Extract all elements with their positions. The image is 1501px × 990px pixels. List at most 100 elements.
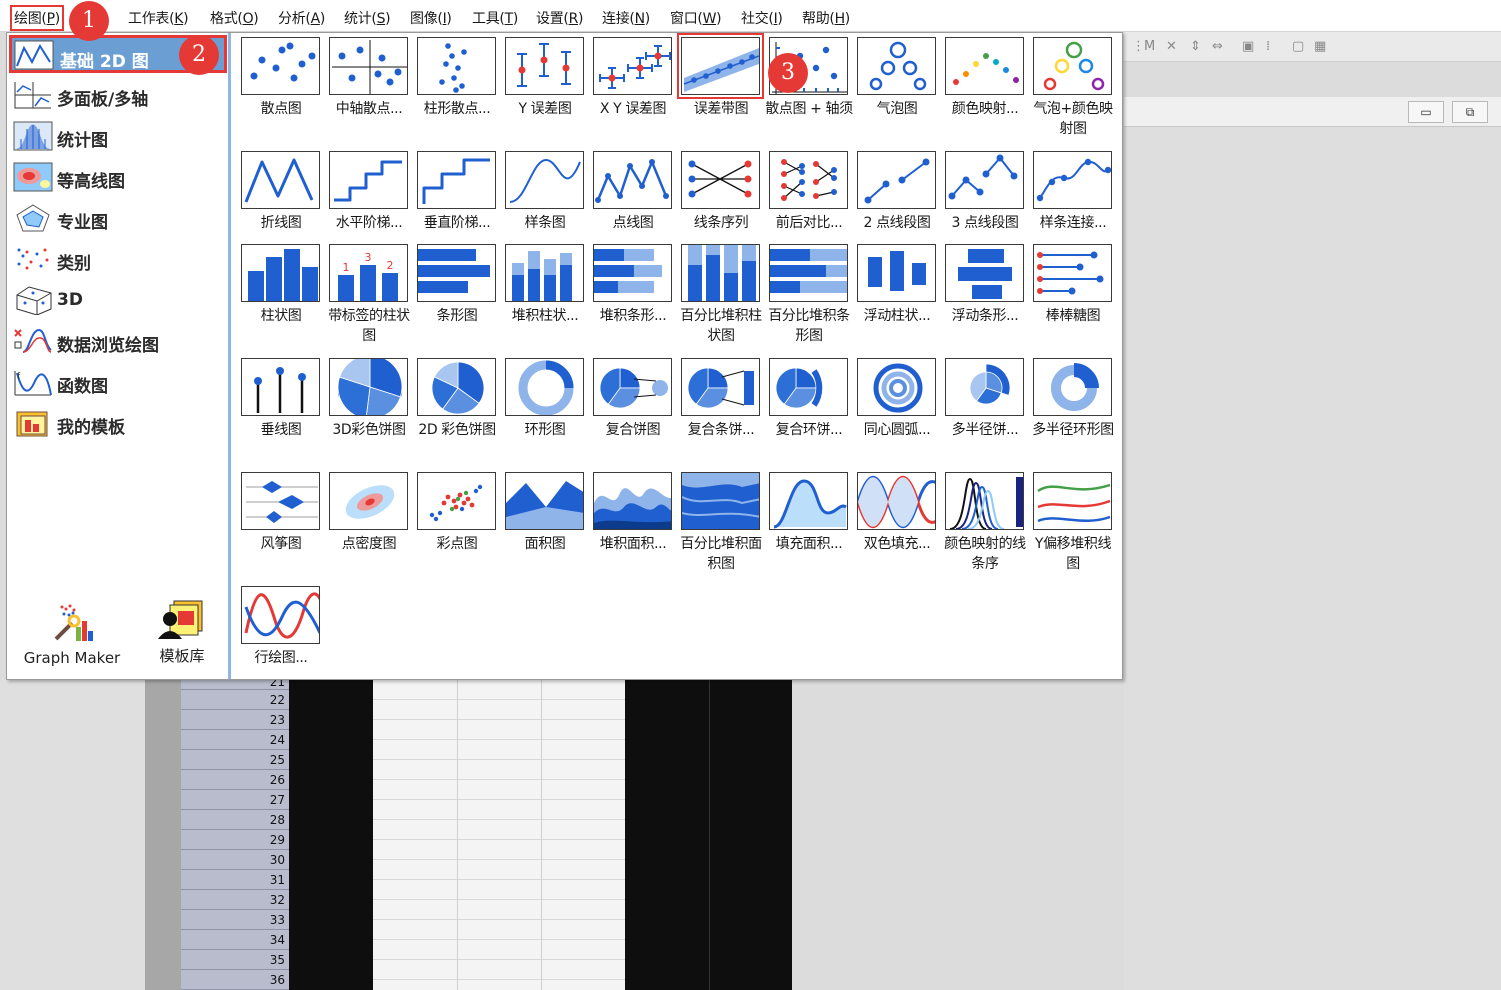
row-header[interactable]: 30: [181, 850, 289, 870]
category-category-scatter[interactable]: 类别: [9, 240, 227, 278]
worksheet-column[interactable]: [373, 680, 625, 990]
color-mapped-series-thumbnail-icon: [945, 472, 1024, 530]
graph-bar-of-pie[interactable]: 复合条饼...: [677, 354, 763, 466]
toolbar-icon[interactable]: M: [1144, 39, 1155, 54]
menu-format[interactable]: 格式(O): [210, 8, 259, 28]
category-template-folder[interactable]: 我的模板: [9, 404, 227, 442]
graph-bubble-color[interactable]: 气泡+颜色映射图: [1029, 33, 1115, 145]
menu-image[interactable]: 图像(I): [410, 8, 452, 28]
graph-two-color-fill[interactable]: 双色填充...: [853, 468, 939, 580]
category-function-plot[interactable]: f 函数图: [9, 363, 227, 401]
graph-xy-error[interactable]: X Y 误差图: [589, 33, 675, 145]
graph-floating-column[interactable]: 浮动柱状...: [853, 240, 939, 352]
graph-ring-of-pie[interactable]: 复合环饼...: [765, 354, 851, 466]
menu-statistics[interactable]: 统计(S): [344, 8, 391, 28]
graph-central-axis-scatter[interactable]: 中轴散点...: [325, 33, 411, 145]
menu-help[interactable]: 帮助(H): [802, 8, 850, 28]
category-label: 基础 2D 图: [60, 52, 149, 72]
row-header[interactable]: 28: [181, 810, 289, 830]
graph-label: 颜色映射...: [951, 101, 1019, 117]
category-radar[interactable]: 专业图: [9, 199, 227, 237]
menu-settings[interactable]: 设置(R): [536, 8, 583, 28]
graph-area[interactable]: 面积图: [501, 468, 587, 580]
minimize-button[interactable]: ▭: [1408, 101, 1444, 123]
toolbar-icon[interactable]: ⁞: [1266, 39, 1270, 54]
menu-plot[interactable]: 绘图(P): [10, 5, 64, 31]
toolbar-icon[interactable]: ⇔: [1212, 39, 1223, 54]
graph-plot-by-row[interactable]: 行绘图...: [237, 582, 323, 694]
row-header[interactable]: 35: [181, 950, 289, 970]
row-header[interactable]: 29: [181, 830, 289, 850]
template-library-button[interactable]: 模板库: [147, 599, 217, 666]
category-scatter-icon: [17, 248, 49, 270]
graph-color-mapped-series[interactable]: 颜色映射的线条序: [941, 468, 1027, 580]
toolbar-icon[interactable]: ▢: [1292, 39, 1304, 54]
graph-pie-2d[interactable]: 2D 彩色饼图: [413, 354, 499, 466]
toolbar-icon[interactable]: ⇕: [1190, 39, 1201, 54]
graph-floating-bar[interactable]: 浮动条形...: [941, 240, 1027, 352]
graph-label: 百分比堆积面积图: [680, 536, 762, 572]
graph-pie-3d[interactable]: 3D彩色饼图: [325, 354, 411, 466]
menu-analysis[interactable]: 分析(A): [278, 8, 325, 28]
category-cube[interactable]: 3D: [9, 281, 227, 319]
graph-scatter[interactable]: 散点图: [237, 33, 323, 145]
svg-text:3: 3: [365, 251, 372, 264]
graph-y-offset-stacked[interactable]: Y偏移堆积线图: [1029, 468, 1115, 580]
graph-bar[interactable]: 条形图: [413, 240, 499, 352]
category-label: 数据浏览绘图: [57, 336, 159, 356]
row-header[interactable]: 25: [181, 750, 289, 770]
row-header[interactable]: 34: [181, 930, 289, 950]
graph-stacked-area[interactable]: 堆积面积...: [589, 468, 675, 580]
row-header[interactable]: 31: [181, 870, 289, 890]
row-header[interactable]: 36: [181, 970, 289, 990]
row-header[interactable]: 26: [181, 770, 289, 790]
graph-stacked-bar[interactable]: 堆积条形...: [589, 240, 675, 352]
graph-column[interactable]: 柱状图: [237, 240, 323, 352]
category-data-explore[interactable]: 数据浏览绘图: [9, 322, 227, 360]
graph-label: 面积图: [524, 536, 566, 552]
graph-y-error[interactable]: Y 误差图: [501, 33, 587, 145]
graph-pie-of-pie[interactable]: 复合饼图: [589, 354, 675, 466]
graph-maker-button[interactable]: Graph Maker: [17, 601, 127, 667]
graph-percent-stacked-column[interactable]: 百分比堆积柱状图: [677, 240, 763, 352]
menu-connectivity[interactable]: 连接(N): [602, 8, 650, 28]
graph-doughnut[interactable]: 环形图: [501, 354, 587, 466]
menu-worksheet[interactable]: 工作表(K): [128, 8, 189, 28]
labeled-column-thumbnail-icon: 1 3 2: [329, 244, 408, 302]
graph-kite[interactable]: 风筝图: [237, 468, 323, 580]
category-contour[interactable]: 等高线图: [9, 158, 227, 196]
graph-color-dots[interactable]: 彩点图: [413, 468, 499, 580]
row-header[interactable]: 32: [181, 890, 289, 910]
graph-label: 垂直阶梯...: [423, 215, 491, 231]
svg-text:f: f: [17, 372, 21, 382]
row-header[interactable]: 27: [181, 790, 289, 810]
graph-percent-stacked-area[interactable]: 百分比堆积面积图: [677, 468, 763, 580]
graph-stacked-column[interactable]: 堆积柱状...: [501, 240, 587, 352]
row-header[interactable]: 33: [181, 910, 289, 930]
worksheet-column[interactable]: [289, 680, 373, 990]
restore-button[interactable]: ⧉: [1452, 101, 1488, 123]
row-header[interactable]: 24: [181, 730, 289, 750]
category-histogram[interactable]: 统计图: [9, 117, 227, 155]
graph-drop-line[interactable]: 垂线图: [237, 354, 323, 466]
category-multi-panel[interactable]: 多面板/多轴: [9, 76, 227, 114]
toolbar-icon[interactable]: ▣: [1242, 39, 1254, 54]
graph-color-map-scatter[interactable]: 颜色映射...: [941, 33, 1027, 145]
graph-labeled-column[interactable]: 1 3 2 带标签的柱状图: [325, 240, 411, 352]
graph-concentric-arc[interactable]: 同心圆弧...: [853, 354, 939, 466]
graph-bubble[interactable]: 气泡图: [853, 33, 939, 145]
graph-percent-stacked-bar[interactable]: 百分比堆积条形图: [765, 240, 851, 352]
toolbar-icon[interactable]: ▦: [1314, 39, 1326, 54]
row-header[interactable]: 23: [181, 710, 289, 730]
graph-multi-radius-doughnut[interactable]: 多半径环形图: [1029, 354, 1115, 466]
graph-fill-area[interactable]: 填充面积...: [765, 468, 851, 580]
graph-multi-radius-pie[interactable]: 多半径饼...: [941, 354, 1027, 466]
menu-social[interactable]: 社交(I): [741, 8, 783, 28]
toolbar-icon[interactable]: ✕: [1166, 39, 1177, 54]
menu-window[interactable]: 窗口(W): [670, 8, 722, 28]
menu-tools[interactable]: 工具(T): [472, 8, 518, 28]
graph-lollipop[interactable]: 棒棒糖图: [1029, 240, 1115, 352]
graph-column-scatter[interactable]: 柱形散点...: [413, 33, 499, 145]
graph-density-dots[interactable]: 点密度图: [325, 468, 411, 580]
graph-error-band[interactable]: 误差带图: [677, 33, 764, 145]
